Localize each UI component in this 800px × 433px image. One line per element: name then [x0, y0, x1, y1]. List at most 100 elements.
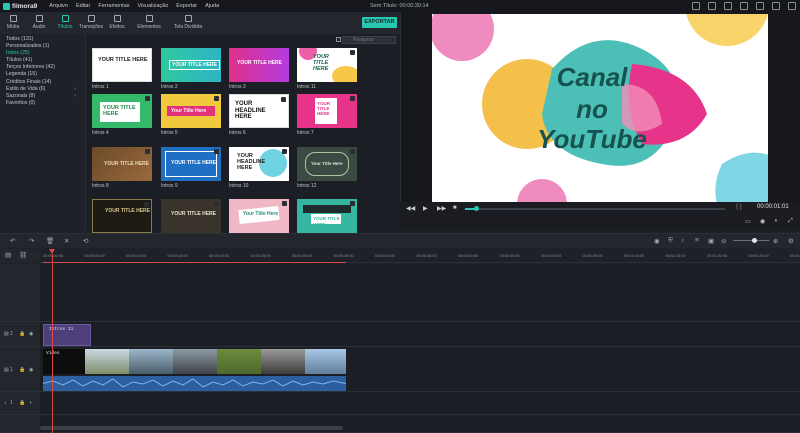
category-subtitles[interactable]: Legenda (15)	[6, 71, 76, 78]
seek-bar[interactable]	[465, 208, 725, 210]
download-icon[interactable]	[350, 96, 355, 101]
category-seasonal[interactable]: Sazonais (8) ›	[6, 93, 76, 100]
thumbnail-intros-10[interactable]: YOUR HEADLINE HERE	[229, 147, 289, 181]
download-icon[interactable]	[281, 97, 286, 102]
account-icon[interactable]	[692, 2, 700, 10]
download-icon[interactable]	[350, 149, 355, 154]
seek-handle[interactable]	[474, 206, 479, 211]
microphone-icon[interactable]: ♪	[681, 237, 684, 244]
category-lifestyle[interactable]: Estilo de Vida (6) ›	[6, 86, 76, 93]
add-track-icon[interactable]: ▤	[5, 251, 11, 259]
category-end-credits[interactable]: Créditos Finais (14)	[6, 79, 76, 86]
zoom-slider[interactable]	[733, 240, 769, 241]
grid-view-icon[interactable]	[336, 37, 341, 42]
thumbnail-intros-6[interactable]: YOUR HEADLINE HERE	[229, 94, 289, 128]
tab-titles[interactable]: Títulos	[52, 12, 78, 34]
monitor-icon[interactable]: ▭	[745, 218, 751, 225]
lock-icon[interactable]: 🔒	[19, 367, 25, 373]
video-clip[interactable]: Vídeo	[43, 349, 346, 374]
download-icon[interactable]	[214, 149, 219, 154]
next-frame-icon[interactable]: ▶▶	[437, 205, 446, 212]
zoom-handle[interactable]	[752, 238, 757, 243]
menu-arquivo[interactable]: Arquivo	[49, 3, 68, 9]
export-button[interactable]: EXPORTAR	[362, 17, 397, 28]
volume-icon[interactable]: ◖	[774, 218, 778, 224]
download-icon[interactable]	[214, 96, 219, 101]
cut-icon[interactable]: ✕	[64, 237, 69, 245]
eye-icon[interactable]: ◉	[29, 367, 33, 373]
eye-icon[interactable]: ◉	[29, 331, 33, 337]
thumbnail-intros-3[interactable]: YOUR TITLE HERE	[229, 48, 289, 82]
timeline-settings-icon[interactable]: ⚙	[788, 237, 794, 245]
stop-icon[interactable]: ■	[453, 205, 457, 211]
link-icon[interactable]: ⛓	[19, 251, 27, 259]
zoom-in-icon[interactable]: ⊕	[773, 237, 778, 245]
save-icon[interactable]	[724, 2, 732, 10]
thumbnail-intros-7[interactable]: YOUR TITLE HERE	[297, 94, 357, 128]
tab-elements[interactable]: Elementos	[130, 12, 168, 34]
play-icon[interactable]: ▶	[423, 205, 428, 212]
mark-in-out[interactable]: { }	[736, 204, 742, 210]
delete-icon[interactable]: 🗑	[46, 237, 54, 245]
category-titles[interactable]: Títulos (41)	[6, 57, 76, 64]
zoom-out-icon[interactable]: ⊖	[721, 237, 726, 245]
tab-effects[interactable]: Efeitos	[104, 12, 130, 34]
close-button[interactable]	[788, 2, 796, 10]
cart-icon[interactable]	[708, 2, 716, 10]
category-lower-thirds[interactable]: Terços Inferiores (42)	[6, 64, 76, 71]
thumbnail-intros-2[interactable]: YOUR TITLE HERE	[161, 48, 221, 82]
maximize-button[interactable]	[772, 2, 780, 10]
category-all[interactable]: Todos (131)	[6, 36, 76, 43]
menu-exportar[interactable]: Exportar	[176, 3, 197, 9]
fullscreen-icon[interactable]: ⤢	[788, 218, 793, 225]
split-icon[interactable]: ▣	[708, 237, 714, 245]
download-icon[interactable]	[145, 96, 150, 101]
menu-editar[interactable]: Editar	[76, 3, 90, 9]
thumbnail-intros-16[interactable]: YOUR TITLE HERE	[297, 199, 357, 233]
thumbnail-intros-11[interactable]: YOUR TITLE HERE	[297, 48, 357, 82]
thumbnail-intros-9[interactable]: YOUR TITLE HERE	[161, 147, 221, 181]
previous-frame-icon[interactable]: ◀◀	[406, 205, 415, 212]
speaker-icon[interactable]: ◖	[29, 400, 32, 406]
category-intros[interactable]: Intros (25)	[6, 50, 76, 57]
redo-icon[interactable]: ↷	[29, 237, 34, 245]
download-icon[interactable]	[145, 149, 150, 154]
thumbnail-intros-13[interactable]: YOUR TITLE HERE	[92, 199, 152, 233]
download-icon[interactable]	[282, 149, 287, 154]
menu-ferramentas[interactable]: Ferramentas	[98, 3, 129, 9]
lock-icon[interactable]: 🔒	[19, 331, 25, 337]
menu-ajuda[interactable]: Ajuda	[205, 3, 219, 9]
tab-audio[interactable]: Áudio	[26, 12, 52, 34]
tab-split-screen[interactable]: Tela Dividida	[168, 12, 208, 34]
download-icon[interactable]	[282, 201, 287, 206]
download-icon[interactable]	[214, 201, 219, 206]
search-input[interactable]	[342, 36, 396, 44]
download-icon[interactable]	[350, 50, 355, 55]
audio-waveform-clip[interactable]	[42, 376, 347, 391]
thumbnail-intros-5[interactable]: Your Title Here	[161, 94, 221, 128]
adjust-icon[interactable]: ⟲	[83, 237, 88, 245]
tab-transitions[interactable]: Transições	[78, 12, 104, 34]
render-icon[interactable]: ◉	[654, 237, 660, 245]
list-icon[interactable]: ≡	[695, 237, 699, 244]
thumbnail-intros-4[interactable]: YOUR TITLE HERE	[92, 94, 152, 128]
timeline-scrollbar[interactable]	[40, 426, 343, 430]
thumbnail-intros-12[interactable]: Your Title Here	[297, 147, 357, 181]
shield-icon[interactable]: ⛨	[668, 237, 673, 245]
tab-media[interactable]: Mídia	[0, 12, 26, 34]
menu-visualizacao[interactable]: Visualização	[138, 3, 169, 9]
category-custom[interactable]: Personalizados (1)	[6, 43, 76, 50]
download-icon[interactable]	[144, 202, 149, 207]
title-clip[interactable]: Intros 11	[43, 324, 91, 346]
thumbnail-intros-1[interactable]: YOUR TITLE HERE	[92, 48, 152, 82]
thumbnail-intros-15[interactable]: Your Title Here	[229, 199, 289, 233]
undo-icon[interactable]: ↶	[10, 237, 15, 245]
mail-icon[interactable]	[740, 2, 748, 10]
lock-icon[interactable]: 🔒	[19, 400, 25, 406]
download-icon[interactable]	[350, 201, 355, 206]
category-favorites[interactable]: Favoritos (0)	[6, 100, 76, 107]
camera-icon[interactable]: ◉	[760, 218, 765, 225]
thumbnail-intros-14[interactable]: YOUR TITLE HERE	[161, 199, 221, 233]
minimize-button[interactable]	[756, 2, 764, 10]
playhead[interactable]	[52, 254, 53, 433]
